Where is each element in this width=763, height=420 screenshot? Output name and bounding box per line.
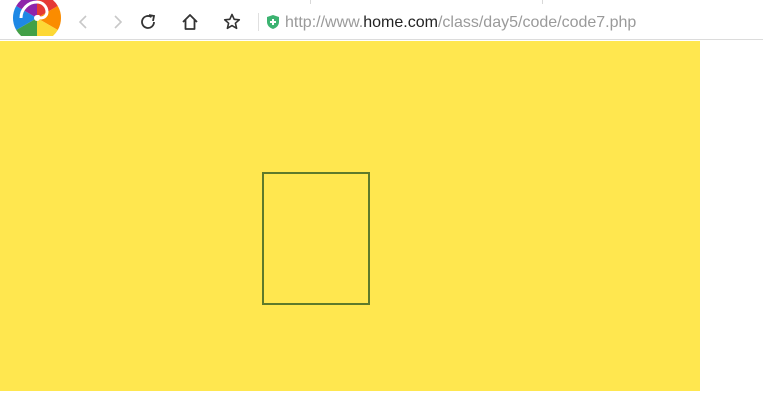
- home-button[interactable]: [176, 8, 204, 36]
- forward-button[interactable]: [103, 8, 131, 36]
- back-button[interactable]: [70, 8, 98, 36]
- url-host: home.com: [363, 14, 438, 31]
- home-icon: [182, 14, 198, 30]
- security-shield-icon[interactable]: [265, 14, 281, 30]
- browser-toolbar: http://www.home.com/class/day5/code/code…: [0, 0, 763, 40]
- browser-logo-icon[interactable]: [12, 0, 62, 36]
- address-bar-url[interactable]: http://www.home.com/class/day5/code/code…: [285, 13, 636, 33]
- forward-icon: [114, 15, 123, 29]
- address-bar-divider: [258, 13, 259, 31]
- page-content: [0, 41, 700, 391]
- url-prefix: http://www.: [285, 14, 364, 31]
- bookmark-star-icon: [223, 13, 241, 30]
- bookmark-button[interactable]: [218, 8, 246, 36]
- reload-icon: [141, 14, 156, 29]
- url-path: /class/day5/code/code7.php: [437, 14, 637, 31]
- reload-button[interactable]: [134, 8, 162, 36]
- bordered-box: [262, 172, 370, 305]
- back-icon: [78, 15, 87, 29]
